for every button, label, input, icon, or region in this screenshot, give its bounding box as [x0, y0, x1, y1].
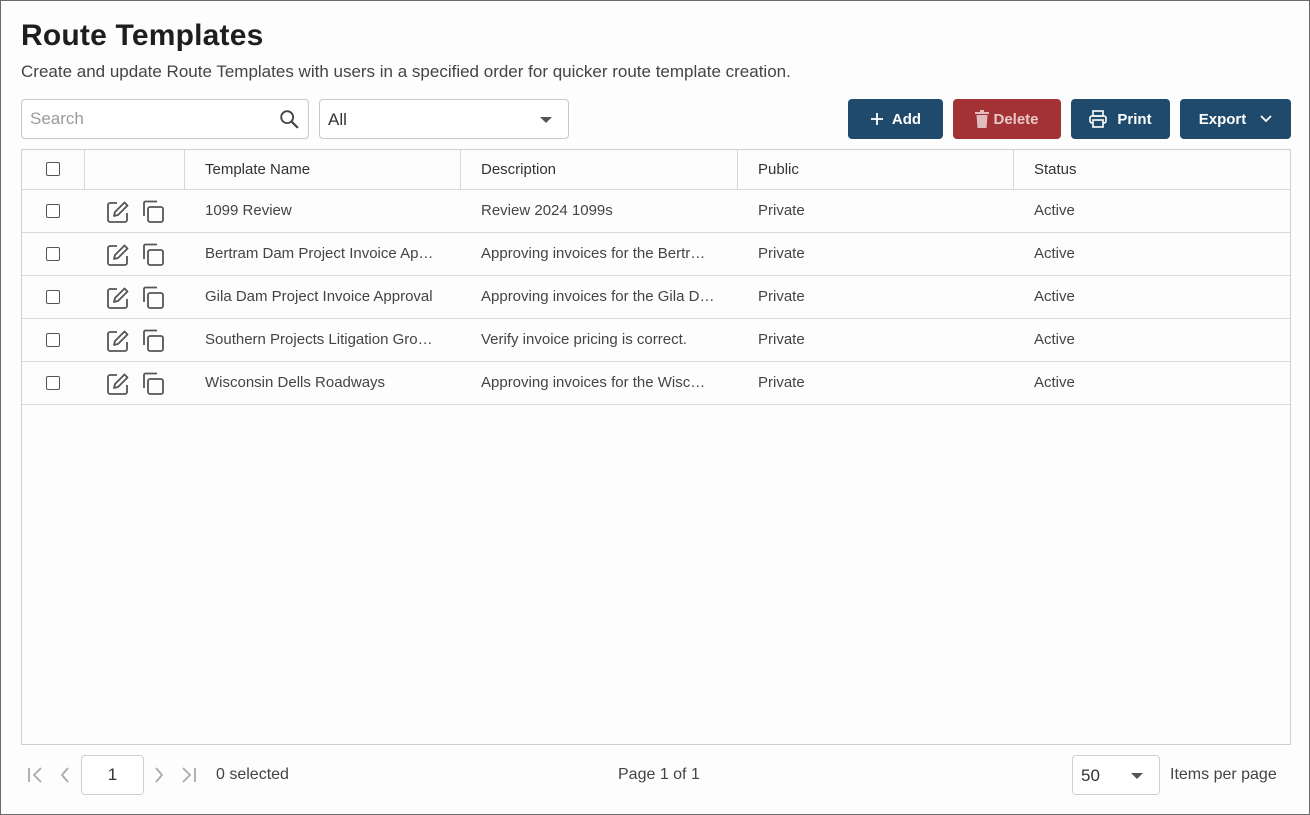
next-page-icon[interactable] — [153, 767, 165, 783]
table-header: Template Name Description Public Status — [22, 150, 1290, 190]
cell-template-name: 1099 Review — [205, 202, 292, 219]
delete-button-label: Delete — [993, 110, 1039, 128]
cell-template-name: Southern Projects Litigation Gro… — [205, 331, 433, 348]
chevron-down-icon — [1260, 115, 1272, 123]
export-button-label: Export — [1198, 110, 1247, 128]
column-header-public[interactable]: Public — [737, 150, 1014, 190]
cell-status: Active — [1034, 202, 1075, 219]
cell-public: Private — [758, 374, 805, 391]
cell-template-name: Wisconsin Dells Roadways — [205, 374, 386, 391]
cell-public: Private — [758, 245, 805, 262]
filter-select[interactable]: All — [319, 99, 569, 139]
cell-template-name: Gila Dam Project Invoice Approval — [205, 288, 433, 305]
add-button[interactable]: Add — [848, 99, 943, 139]
copy-icon[interactable] — [140, 371, 166, 397]
row-checkbox[interactable] — [46, 333, 60, 347]
cell-description: Approving invoices for the Bertr… — [481, 245, 706, 262]
edit-icon[interactable] — [106, 243, 130, 267]
copy-icon[interactable] — [140, 199, 166, 225]
row-checkbox[interactable] — [46, 247, 60, 261]
delete-button[interactable]: Delete — [953, 99, 1061, 139]
row-checkbox[interactable] — [46, 376, 60, 390]
table-row[interactable]: 1099 Review Review 2024 1099s Private Ac… — [22, 190, 1290, 233]
select-all-checkbox[interactable] — [46, 162, 60, 176]
items-per-page-label: Items per page — [1170, 766, 1277, 783]
cell-description: Verify invoice pricing is correct. — [481, 331, 687, 348]
chevron-down-icon — [540, 117, 552, 123]
column-header-status[interactable]: Status — [1013, 150, 1290, 190]
copy-icon[interactable] — [140, 328, 166, 354]
table-row[interactable]: Wisconsin Dells Roadways Approving invoi… — [22, 362, 1290, 405]
edit-icon[interactable] — [106, 372, 130, 396]
search-icon[interactable] — [278, 108, 300, 130]
filter-value: All — [328, 110, 347, 129]
page-number-input[interactable]: 1 — [81, 755, 144, 795]
export-button[interactable]: Export — [1180, 99, 1291, 139]
edit-icon[interactable] — [106, 329, 130, 353]
cell-public: Private — [758, 202, 805, 219]
column-header-description[interactable]: Description — [460, 150, 737, 190]
row-checkbox[interactable] — [46, 290, 60, 304]
edit-icon[interactable] — [106, 200, 130, 224]
search-input[interactable] — [28, 100, 268, 138]
cell-status: Active — [1034, 374, 1075, 391]
edit-icon[interactable] — [106, 286, 130, 310]
selected-count: 0 selected — [216, 766, 289, 783]
actions-column-header — [84, 150, 184, 190]
printer-icon — [1089, 110, 1108, 128]
table-row[interactable]: Bertram Dam Project Invoice Ap… Approvin… — [22, 233, 1290, 276]
column-header-template-name[interactable]: Template Name — [184, 150, 461, 190]
search-box — [21, 99, 309, 139]
cell-status: Active — [1034, 245, 1075, 262]
cell-public: Private — [758, 331, 805, 348]
page-info: Page 1 of 1 — [618, 766, 700, 783]
row-checkbox[interactable] — [46, 204, 60, 218]
cell-description: Review 2024 1099s — [481, 202, 613, 219]
print-button-label: Print — [1117, 110, 1152, 128]
cell-public: Private — [758, 288, 805, 305]
trash-icon — [975, 110, 990, 128]
prev-page-icon[interactable] — [59, 767, 71, 783]
page-subtitle: Create and update Route Templates with u… — [21, 62, 791, 81]
cell-template-name: Bertram Dam Project Invoice Ap… — [205, 245, 434, 262]
copy-icon[interactable] — [140, 242, 166, 268]
print-button[interactable]: Print — [1071, 99, 1170, 139]
add-button-label: Add — [891, 110, 922, 128]
last-page-icon[interactable] — [179, 767, 197, 783]
cell-status: Active — [1034, 288, 1075, 305]
items-per-page-value: 50 — [1081, 766, 1100, 785]
page-title: Route Templates — [21, 19, 264, 52]
cell-description: Approving invoices for the Gila D… — [481, 288, 715, 305]
chevron-down-icon — [1131, 773, 1143, 779]
table-row[interactable]: Gila Dam Project Invoice Approval Approv… — [22, 276, 1290, 319]
first-page-icon[interactable] — [27, 767, 45, 783]
plus-icon — [870, 113, 883, 125]
cell-description: Approving invoices for the Wisc… — [481, 374, 706, 391]
items-per-page-select[interactable]: 50 — [1072, 755, 1160, 795]
copy-icon[interactable] — [140, 285, 166, 311]
templates-table: Template Name Description Public Status … — [21, 149, 1291, 745]
table-row[interactable]: Southern Projects Litigation Gro… Verify… — [22, 319, 1290, 362]
cell-status: Active — [1034, 331, 1075, 348]
route-templates-page: Route Templates Create and update Route … — [0, 0, 1310, 815]
